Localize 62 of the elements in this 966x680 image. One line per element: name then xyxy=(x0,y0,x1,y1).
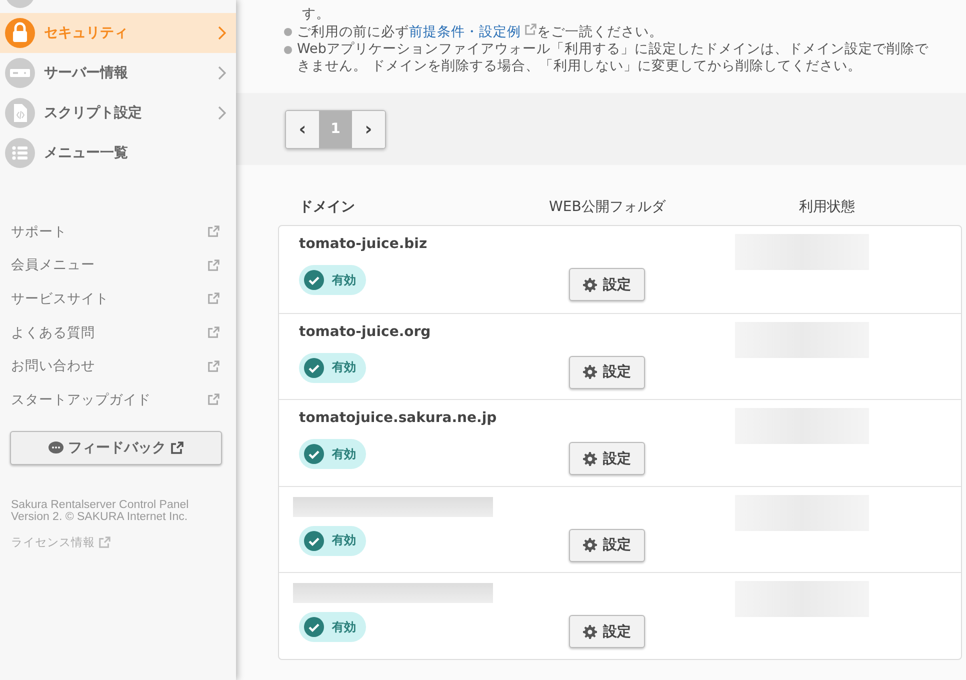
chevron-right-icon xyxy=(218,106,226,120)
script-file-icon xyxy=(5,98,35,128)
chevron-right-icon xyxy=(218,26,226,40)
check-icon xyxy=(304,358,324,378)
settings-button[interactable]: 設定 xyxy=(569,528,645,562)
settings-button[interactable]: 設定 xyxy=(569,442,645,475)
settings-button[interactable]: 設定 xyxy=(569,356,645,388)
status-badge: 有効 xyxy=(299,612,366,642)
sidebar-link[interactable]: サポート xyxy=(11,215,220,249)
external-link-icon xyxy=(207,360,220,373)
copyright-text: Sakura Rentalserver Control Panel Version 2. © SAKURA Internet Inc. xyxy=(11,498,190,523)
external-link-icon xyxy=(98,536,111,549)
sidebar-link[interactable]: 会員メニュー xyxy=(11,248,220,282)
next-page-button[interactable]: › xyxy=(352,110,385,148)
external-link-icon xyxy=(207,326,220,340)
gear-icon xyxy=(583,624,597,638)
sidebar-link[interactable]: サービスサイト xyxy=(11,282,220,316)
list-icon xyxy=(5,138,35,168)
notice-text: ご利用の前に必ず前提条件・設定例 をご一読ください。 xyxy=(297,23,663,41)
settings-button[interactable]: 設定 xyxy=(569,268,645,301)
status-badge: 有効 xyxy=(299,439,366,469)
sidebar-link[interactable]: お問い合わせ xyxy=(11,349,220,383)
prerequisites-link[interactable]: 前提条件・設定例 xyxy=(409,24,537,40)
domain-name: tomatojuice.sakura.ne.jp xyxy=(299,410,497,428)
external-link-icon xyxy=(207,393,220,406)
status-badge: 有効 xyxy=(299,526,366,556)
lock-icon xyxy=(5,18,35,48)
domain-name: tomato-juice.biz xyxy=(299,236,428,254)
nav-item[interactable]: サーバー情報 xyxy=(0,53,236,93)
external-link-icon xyxy=(524,23,537,36)
feedback-button[interactable]: フィードバック xyxy=(10,430,222,465)
sidebar-link[interactable]: スタートアップガイド xyxy=(11,382,220,417)
check-icon xyxy=(304,617,324,637)
external-link-icon xyxy=(207,292,220,306)
gear-icon xyxy=(583,452,597,466)
status-badge: 有効 xyxy=(299,352,366,382)
gear-icon xyxy=(583,365,597,379)
column-header: 利用状態 xyxy=(799,198,855,216)
bullet-icon xyxy=(284,46,292,54)
check-icon xyxy=(304,530,324,550)
check-icon xyxy=(304,270,324,290)
server-icon xyxy=(5,58,35,88)
external-link-icon xyxy=(207,225,220,238)
column-header: ドメイン xyxy=(298,198,356,216)
gear-icon xyxy=(583,538,597,552)
gear-icon xyxy=(583,278,597,292)
nav-item[interactable]: スクリプト設定 xyxy=(0,93,236,133)
chevron-right-icon xyxy=(218,66,226,80)
status-badge: 有効 xyxy=(299,265,366,295)
domain-name: tomato-juice.org xyxy=(299,324,431,342)
external-link-icon xyxy=(207,258,220,272)
sidebar-link[interactable]: よくある質問 xyxy=(11,316,220,350)
chat-bubble-icon xyxy=(48,440,64,455)
settings-button[interactable]: 設定 xyxy=(569,615,645,648)
column-header: WEB公開フォルダ xyxy=(549,198,667,216)
nav-item[interactable]: メニュー一覧 xyxy=(0,133,236,173)
previous-page-button[interactable]: ‹ xyxy=(286,110,319,148)
external-link-icon xyxy=(170,440,184,455)
notice-text: す。 xyxy=(302,6,331,23)
bullet-icon xyxy=(284,28,292,36)
check-icon xyxy=(304,444,324,464)
notice-text: Webアプリケーションファイアウォール「利用する」に設定したドメインは、ドメイン設定で削除できません。 ドメインを削除する場合、「利用しない」に変更してから削除してください。 xyxy=(297,41,930,75)
